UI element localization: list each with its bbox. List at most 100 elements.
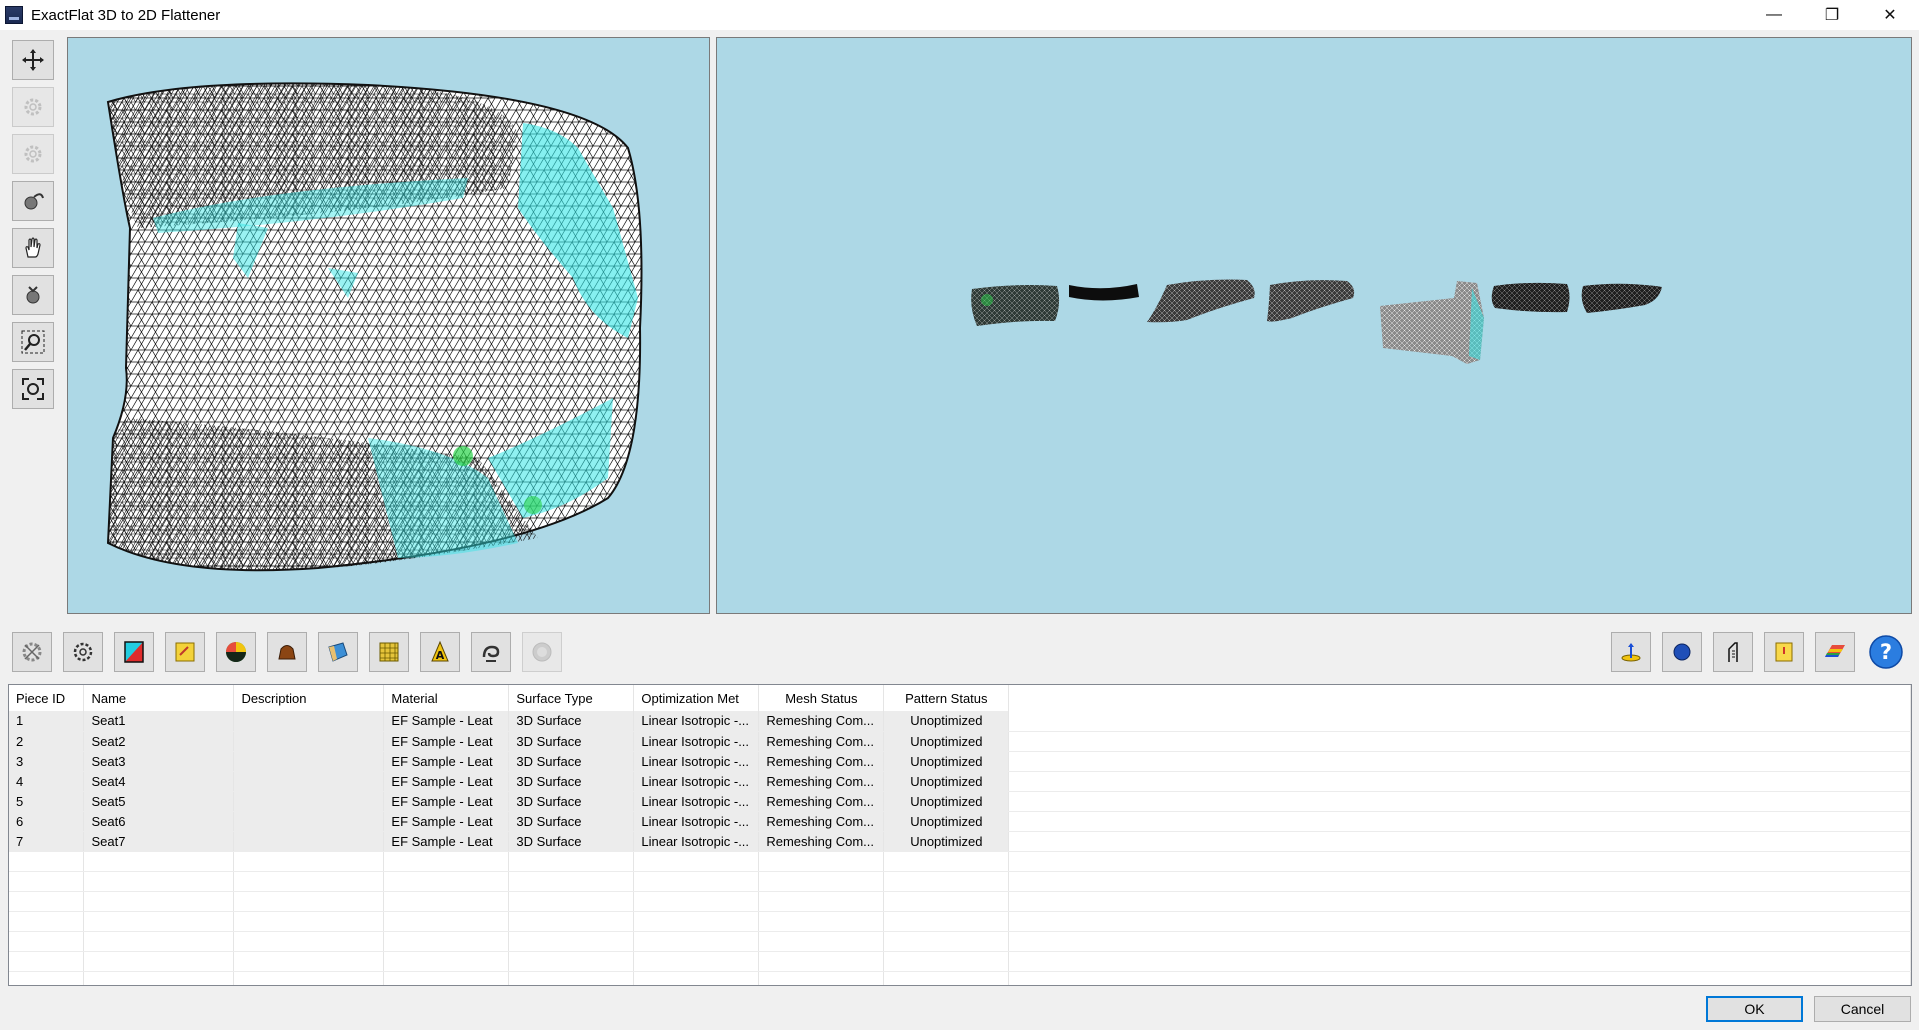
- zoom-extents-button[interactable]: [12, 369, 54, 409]
- settings-button-1[interactable]: [12, 87, 54, 127]
- surface-type-cell: 3D Surface: [508, 751, 635, 772]
- table-row[interactable]: 5 Seat5 EF Sample - Leat 3D Surface Line…: [9, 791, 1911, 812]
- piece-seat2[interactable]: [1069, 284, 1139, 301]
- filler-cell: [1008, 711, 1911, 732]
- piece-seat3[interactable]: [1147, 279, 1255, 323]
- disabled-tool-button[interactable]: [522, 632, 562, 672]
- zoom-window-button[interactable]: [12, 322, 54, 362]
- hide-piece-button[interactable]: [267, 632, 307, 672]
- piece-id-cell: 6: [9, 811, 85, 832]
- 2d-pattern-render: [971, 279, 1662, 364]
- color-wheel-button[interactable]: [216, 632, 256, 672]
- empty-row: [9, 891, 1911, 912]
- piece-seat1[interactable]: [971, 285, 1060, 326]
- filler-header: [1008, 685, 1911, 711]
- mesh-status-cell: Remeshing Com...: [758, 771, 885, 792]
- empty-row: [9, 971, 1911, 985]
- pattern-yellow-button[interactable]: [165, 632, 205, 672]
- pattern-yellow-icon: [175, 642, 195, 662]
- material-color-icon: [124, 641, 144, 663]
- material-cell: EF Sample - Leat: [383, 831, 510, 852]
- column-header[interactable]: Optimization Met: [633, 685, 760, 711]
- name-cell: Seat4: [83, 771, 235, 792]
- close-button[interactable]: ✕: [1861, 0, 1919, 30]
- honeycomb-button[interactable]: [369, 632, 409, 672]
- table-row[interactable]: 7 Seat7 EF Sample - Leat 3D Surface Line…: [9, 831, 1911, 852]
- mesh-settings-button[interactable]: [63, 632, 103, 672]
- pattern-status-cell: Unoptimized: [883, 811, 1010, 832]
- piece-seat7[interactable]: [1581, 283, 1662, 313]
- notes-icon: [1775, 642, 1793, 662]
- 2d-viewport[interactable]: [716, 37, 1912, 614]
- filler-cell: [1008, 791, 1911, 812]
- table-row[interactable]: 4 Seat4 EF Sample - Leat 3D Surface Line…: [9, 771, 1911, 792]
- pattern-toolbar: A: [12, 632, 573, 672]
- table-row[interactable]: 6 Seat6 EF Sample - Leat 3D Surface Line…: [9, 811, 1911, 832]
- minimize-button[interactable]: —: [1745, 0, 1803, 30]
- pieces-table[interactable]: Piece ID Name Description Material Surfa…: [8, 684, 1912, 986]
- svg-text:?: ?: [1880, 640, 1892, 664]
- surface-type-cell: 3D Surface: [508, 791, 635, 812]
- flatten-button[interactable]: [12, 632, 52, 672]
- table-header: Piece ID Name Description Material Surfa…: [9, 685, 1911, 711]
- material-color-button[interactable]: [114, 632, 154, 672]
- material-cell: EF Sample - Leat: [383, 711, 510, 732]
- empty-row: [9, 871, 1911, 892]
- notes-button[interactable]: [1764, 632, 1804, 672]
- table-row[interactable]: 2 Seat2 EF Sample - Leat 3D Surface Line…: [9, 731, 1911, 752]
- disabled-circle-icon: [532, 642, 552, 662]
- description-cell: [233, 831, 385, 852]
- column-header[interactable]: Material: [383, 685, 510, 711]
- text-label-button[interactable]: A: [420, 632, 460, 672]
- table-row[interactable]: 1 Seat1 EF Sample - Leat 3D Surface Line…: [9, 711, 1911, 732]
- piece-id-cell: 1: [9, 711, 85, 732]
- column-header[interactable]: Pattern Status: [883, 685, 1010, 711]
- move-button[interactable]: [12, 40, 54, 80]
- pattern-status-cell: Unoptimized: [883, 751, 1010, 772]
- filler-cell: [1008, 771, 1911, 792]
- column-header[interactable]: Description: [233, 685, 385, 711]
- rotate-button[interactable]: [12, 181, 54, 221]
- optimization-cell: Linear Isotropic -...: [633, 731, 760, 752]
- app-logo-icon: [5, 6, 23, 24]
- piece-seat5[interactable]: [1380, 281, 1484, 364]
- rainbow-button[interactable]: [1815, 632, 1855, 672]
- ok-button[interactable]: OK: [1706, 996, 1803, 1022]
- fabric-button[interactable]: [318, 632, 358, 672]
- pan-hand-icon: [25, 237, 41, 258]
- restore-button[interactable]: ❐: [1803, 0, 1861, 30]
- pattern-status-cell: Unoptimized: [883, 711, 1010, 732]
- pan-button[interactable]: [12, 228, 54, 268]
- empty-row: [9, 951, 1911, 972]
- flatten-icon: [22, 642, 42, 662]
- material-cell: EF Sample - Leat: [383, 791, 510, 812]
- honeycomb-icon: [379, 642, 399, 662]
- optimization-cell: Linear Isotropic -...: [633, 751, 760, 772]
- table-row[interactable]: 3 Seat3 EF Sample - Leat 3D Surface Line…: [9, 751, 1911, 772]
- material-cell: EF Sample - Leat: [383, 731, 510, 752]
- column-header[interactable]: Name: [83, 685, 235, 711]
- ruler-button[interactable]: [1713, 632, 1753, 672]
- settings-button-2[interactable]: [12, 134, 54, 174]
- zoom-window-icon: [21, 330, 45, 354]
- piece-seat4[interactable]: [1267, 280, 1355, 322]
- surface-type-cell: 3D Surface: [508, 771, 635, 792]
- color-wheel-icon: [226, 642, 246, 662]
- pattern-status-cell: Unoptimized: [883, 791, 1010, 812]
- empty-row: [9, 851, 1911, 872]
- gear-icon: [24, 98, 42, 116]
- column-header[interactable]: Surface Type: [508, 685, 635, 711]
- cancel-button[interactable]: Cancel: [1814, 996, 1911, 1022]
- 3d-viewport[interactable]: [67, 37, 710, 614]
- sphere-button[interactable]: [1662, 632, 1702, 672]
- spiral-button[interactable]: [471, 632, 511, 672]
- gear-icon: [24, 145, 42, 163]
- title-bar: ExactFlat 3D to 2D Flattener — ❐ ✕: [0, 0, 1919, 30]
- piece-seat6[interactable]: [1491, 282, 1570, 313]
- axis-button[interactable]: [1611, 632, 1651, 672]
- hide-piece-icon: [278, 645, 296, 660]
- column-header[interactable]: Piece ID: [9, 685, 85, 711]
- help-button[interactable]: ?: [1866, 632, 1906, 672]
- column-header[interactable]: Mesh Status: [758, 685, 885, 711]
- zoom-drag-button[interactable]: [12, 275, 54, 315]
